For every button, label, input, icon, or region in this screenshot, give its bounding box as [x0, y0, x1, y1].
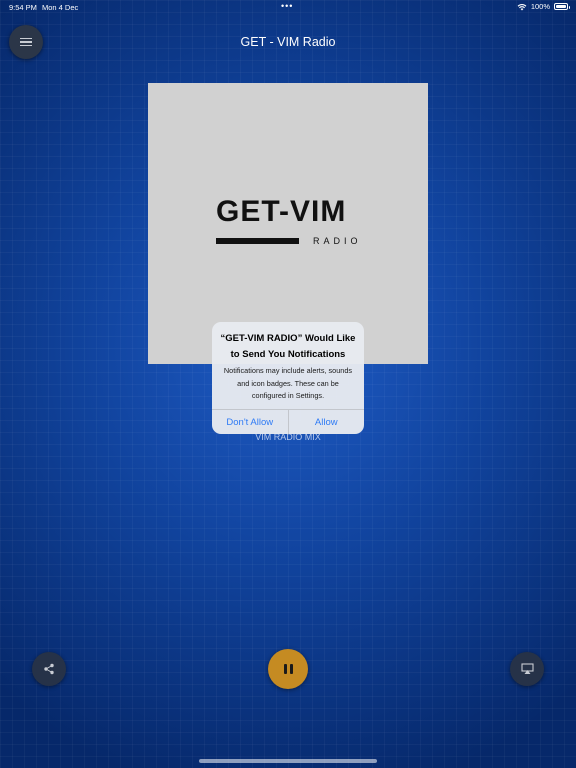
alert-title: “GET-VIM RADIO” Would Like to Send You N…: [220, 333, 356, 360]
dont-allow-button[interactable]: Don't Allow: [212, 410, 288, 434]
home-indicator[interactable]: [199, 759, 377, 763]
allow-button[interactable]: Allow: [287, 410, 365, 434]
status-right: 100%: [517, 2, 570, 11]
alert-actions: Don't Allow Allow: [212, 409, 364, 434]
wifi-icon: [517, 3, 527, 10]
logo-underline: [216, 238, 299, 244]
share-icon: [44, 663, 54, 675]
page-title: GET - VIM Radio: [240, 35, 336, 49]
airplay-icon: [520, 663, 534, 674]
status-time: 9:54 PM: [9, 3, 37, 12]
logo-main-text: GET-VIM: [216, 195, 347, 228]
share-button[interactable]: [32, 652, 66, 686]
status-date: Mon 4 Dec: [42, 3, 79, 12]
notification-permission-alert: “GET-VIM RADIO” Would Like to Send You N…: [212, 322, 364, 434]
multitasking-dots[interactable]: •••: [281, 1, 293, 11]
battery-percentage: 100%: [530, 2, 550, 11]
play-pause-button[interactable]: [268, 649, 308, 689]
status-bar: 9:54 PM Mon 4 Dec ••• 100%: [0, 0, 576, 14]
logo-sub-text: RADIO: [313, 236, 362, 246]
airplay-button[interactable]: [510, 652, 544, 686]
pause-icon: [283, 664, 293, 674]
alert-message: Notifications may include alerts, sounds…: [223, 366, 353, 400]
battery-icon: [554, 3, 570, 10]
